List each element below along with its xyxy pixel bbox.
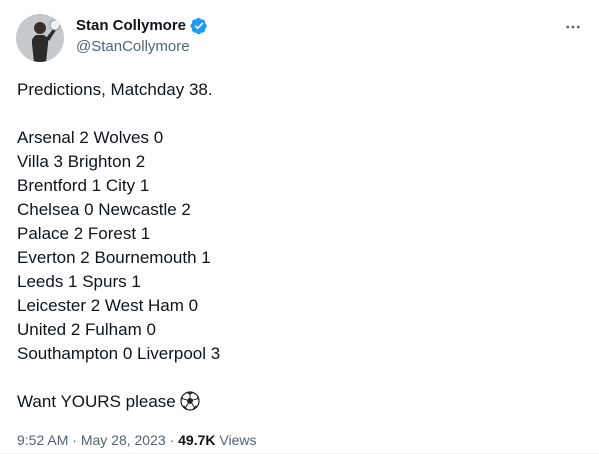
tweet-closing-text: Want YOURS please (17, 392, 176, 411)
more-options-icon[interactable] (561, 17, 585, 37)
author-handle[interactable]: @StanCollymore (76, 37, 190, 57)
prediction-line: Chelsea 0 Newcastle 2 (17, 200, 191, 219)
tweet-closing-line: Want YOURS please (17, 390, 577, 414)
tweet-meta: 9:52 AM · May 28, 2023 · 49.7K Views (17, 430, 256, 450)
prediction-line: Arsenal 2 Wolves 0 (17, 128, 164, 147)
tweet-time[interactable]: 9:52 AM (17, 432, 68, 448)
tweet-intro: Predictions, Matchday 38. (17, 80, 213, 99)
prediction-line: Villa 3 Brighton 2 (17, 152, 146, 171)
prediction-line: Leeds 1 Spurs 1 (17, 272, 141, 291)
author-display-name[interactable]: Stan Collymore (76, 16, 186, 36)
tweet-card: Stan Collymore @StanCollymore Prediction… (0, 0, 599, 454)
prediction-line: Brentford 1 City 1 (17, 176, 150, 195)
tweet-date[interactable]: May 28, 2023 (81, 432, 166, 448)
soccer-ball-icon (180, 391, 200, 411)
views-label: Views (219, 432, 257, 448)
meta-separator: · (72, 432, 77, 448)
prediction-line: Leicester 2 West Ham 0 (17, 296, 199, 315)
tweet-text: Predictions, Matchday 38. Arsenal 2 Wolv… (17, 78, 577, 414)
prediction-line: Palace 2 Forest 1 (17, 224, 151, 243)
avatar-image (16, 14, 64, 62)
prediction-line: Southampton 0 Liverpool 3 (17, 344, 221, 363)
meta-separator: · (169, 432, 175, 448)
avatar[interactable] (16, 14, 64, 62)
prediction-line: Everton 2 Bournemouth 1 (17, 248, 211, 267)
views-count[interactable]: 49.7K (178, 432, 215, 448)
verified-badge-icon (190, 17, 208, 35)
prediction-line: United 2 Fulham 0 (17, 320, 156, 339)
author-name-row: Stan Collymore (76, 16, 208, 36)
